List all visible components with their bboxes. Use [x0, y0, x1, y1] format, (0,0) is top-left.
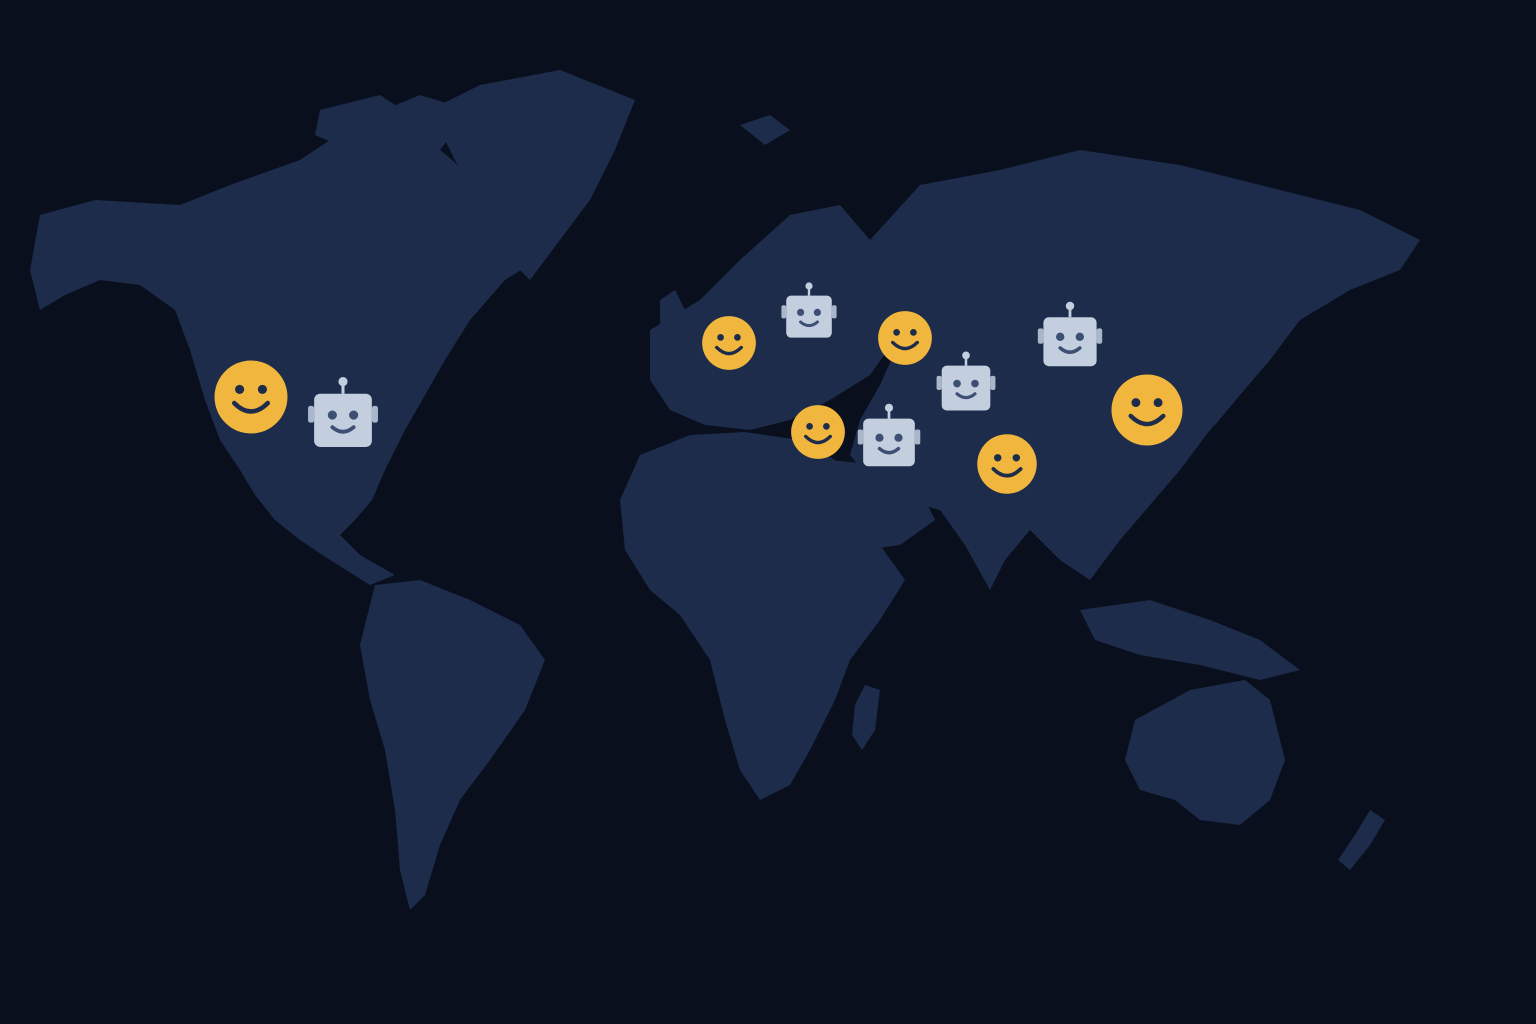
human-marker[interactable] [1110, 373, 1184, 447]
human-marker[interactable] [213, 359, 289, 435]
human-marker[interactable] [877, 310, 933, 366]
smiley-face-icon [977, 434, 1037, 494]
human-marker[interactable] [976, 433, 1038, 495]
bot-marker[interactable] [855, 401, 923, 469]
map-canvas [0, 0, 1536, 1024]
smiley-face-icon [878, 311, 932, 365]
smiley-face-icon [214, 360, 288, 434]
marker-layer [0, 0, 1536, 1024]
robot-face-icon [1037, 301, 1103, 367]
robot-face-icon [308, 377, 378, 447]
bot-marker[interactable] [934, 349, 998, 413]
bot-marker[interactable] [1035, 299, 1105, 369]
robot-face-icon [781, 282, 837, 338]
human-marker[interactable] [701, 315, 757, 371]
robot-face-icon [936, 351, 996, 411]
bot-marker[interactable] [779, 280, 839, 340]
smiley-face-icon [1111, 374, 1183, 446]
smiley-face-icon [791, 405, 845, 459]
bot-marker[interactable] [305, 374, 381, 450]
smiley-face-icon [702, 316, 756, 370]
human-marker[interactable] [790, 404, 846, 460]
robot-face-icon [857, 403, 921, 467]
